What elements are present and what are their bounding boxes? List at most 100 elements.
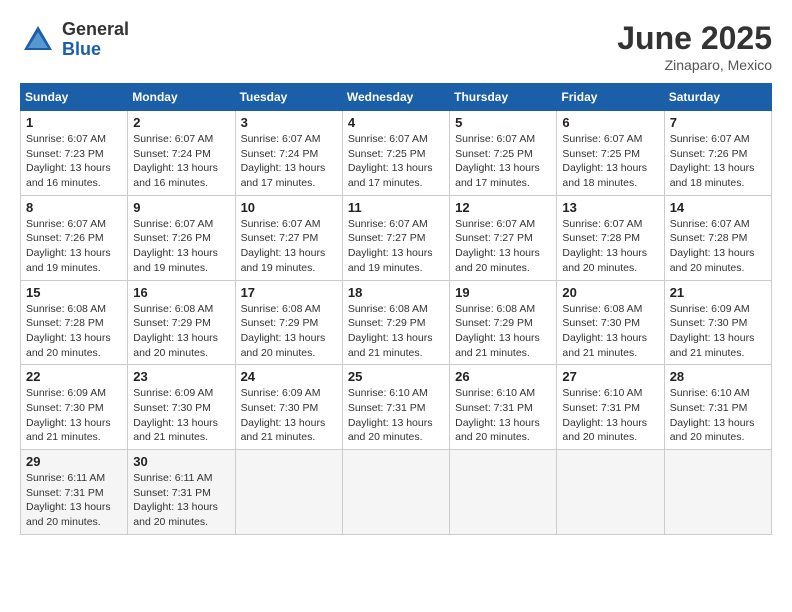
day-info: Sunrise: 6:10 AMSunset: 7:31 PMDaylight:… xyxy=(670,386,766,445)
calendar-cell: 11 Sunrise: 6:07 AMSunset: 7:27 PMDayligh… xyxy=(342,195,449,280)
calendar-cell: 26Sunrise: 6:10 AMSunset: 7:31 PMDayligh… xyxy=(450,365,557,450)
calendar-week-row: 15Sunrise: 6:08 AMSunset: 7:28 PMDayligh… xyxy=(21,280,772,365)
calendar-cell xyxy=(450,450,557,535)
calendar-cell: 8 Sunrise: 6:07 AMSunset: 7:26 PMDaylight… xyxy=(21,195,128,280)
day-info: Sunrise: 6:08 AMSunset: 7:28 PMDaylight:… xyxy=(26,302,122,361)
day-info: Sunrise: 6:09 AMSunset: 7:30 PMDaylight:… xyxy=(241,386,337,445)
calendar-cell xyxy=(235,450,342,535)
day-number: 7 xyxy=(670,115,766,130)
day-info: Sunrise: 6:09 AMSunset: 7:30 PMDaylight:… xyxy=(133,386,229,445)
day-info: Sunrise: 6:09 AMSunset: 7:30 PMDaylight:… xyxy=(670,302,766,361)
day-info: Sunrise: 6:08 AMSunset: 7:29 PMDaylight:… xyxy=(133,302,229,361)
calendar-cell: 2 Sunrise: 6:07 AMSunset: 7:24 PMDaylight… xyxy=(128,111,235,196)
day-number: 26 xyxy=(455,369,551,384)
calendar-week-row: 8 Sunrise: 6:07 AMSunset: 7:26 PMDaylight… xyxy=(21,195,772,280)
calendar-cell: 30 Sunrise: 6:11 AMSunset: 7:31 PMDayligh… xyxy=(128,450,235,535)
day-info: Sunrise: 6:08 AMSunset: 7:29 PMDaylight:… xyxy=(455,302,551,361)
day-number: 4 xyxy=(348,115,444,130)
calendar-cell: 1Sunrise: 6:07 AMSunset: 7:23 PMDaylight… xyxy=(21,111,128,196)
location: Zinaparo, Mexico xyxy=(617,57,772,73)
title-block: June 2025 Zinaparo, Mexico xyxy=(617,20,772,73)
day-number: 27 xyxy=(562,369,658,384)
day-info: Sunrise: 6:07 AMSunset: 7:27 PMDaylight:… xyxy=(348,217,444,276)
calendar-cell: 3Sunrise: 6:07 AMSunset: 7:24 PMDaylight… xyxy=(235,111,342,196)
calendar-cell: 28 Sunrise: 6:10 AMSunset: 7:31 PMDayligh… xyxy=(664,365,771,450)
day-number: 21 xyxy=(670,285,766,300)
day-info: Sunrise: 6:07 AMSunset: 7:24 PMDaylight:… xyxy=(133,132,229,191)
day-number: 16 xyxy=(133,285,229,300)
day-number: 12 xyxy=(455,200,551,215)
calendar-cell xyxy=(557,450,664,535)
calendar-cell: 24 Sunrise: 6:09 AMSunset: 7:30 PMDayligh… xyxy=(235,365,342,450)
logo-icon xyxy=(20,22,56,58)
calendar-cell: 29Sunrise: 6:11 AMSunset: 7:31 PMDayligh… xyxy=(21,450,128,535)
day-info: Sunrise: 6:07 AMSunset: 7:25 PMDaylight:… xyxy=(348,132,444,191)
page-header: General Blue June 2025 Zinaparo, Mexico xyxy=(20,20,772,73)
calendar-table: SundayMondayTuesdayWednesdayThursdayFrid… xyxy=(20,83,772,535)
month-title: June 2025 xyxy=(617,20,772,57)
header-monday: Monday xyxy=(128,84,235,111)
day-info: Sunrise: 6:10 AMSunset: 7:31 PMDaylight:… xyxy=(348,386,444,445)
calendar-cell: 9 Sunrise: 6:07 AMSunset: 7:26 PMDaylight… xyxy=(128,195,235,280)
day-info: Sunrise: 6:07 AMSunset: 7:28 PMDaylight:… xyxy=(562,217,658,276)
calendar-cell: 20 Sunrise: 6:08 AMSunset: 7:30 PMDayligh… xyxy=(557,280,664,365)
day-number: 30 xyxy=(133,454,229,469)
day-number: 19 xyxy=(455,285,551,300)
calendar-cell: 17 Sunrise: 6:08 AMSunset: 7:29 PMDayligh… xyxy=(235,280,342,365)
calendar-week-row: 1Sunrise: 6:07 AMSunset: 7:23 PMDaylight… xyxy=(21,111,772,196)
day-number: 17 xyxy=(241,285,337,300)
day-number: 24 xyxy=(241,369,337,384)
day-info: Sunrise: 6:08 AMSunset: 7:29 PMDaylight:… xyxy=(348,302,444,361)
day-info: Sunrise: 6:07 AMSunset: 7:25 PMDaylight:… xyxy=(455,132,551,191)
day-number: 11 xyxy=(348,200,444,215)
calendar-cell: 14Sunrise: 6:07 AMSunset: 7:28 PMDayligh… xyxy=(664,195,771,280)
day-info: Sunrise: 6:08 AMSunset: 7:30 PMDaylight:… xyxy=(562,302,658,361)
calendar-cell: 12 Sunrise: 6:07 AMSunset: 7:27 PMDayligh… xyxy=(450,195,557,280)
day-number: 25 xyxy=(348,369,444,384)
logo-general: General xyxy=(62,20,129,40)
day-info: Sunrise: 6:07 AMSunset: 7:27 PMDaylight:… xyxy=(241,217,337,276)
day-info: Sunrise: 6:11 AMSunset: 7:31 PMDaylight:… xyxy=(26,471,122,530)
day-number: 10 xyxy=(241,200,337,215)
calendar-cell: 21 Sunrise: 6:09 AMSunset: 7:30 PMDayligh… xyxy=(664,280,771,365)
calendar-cell: 19 Sunrise: 6:08 AMSunset: 7:29 PMDayligh… xyxy=(450,280,557,365)
calendar-cell: 10 Sunrise: 6:07 AMSunset: 7:27 PMDayligh… xyxy=(235,195,342,280)
calendar-cell xyxy=(342,450,449,535)
day-number: 8 xyxy=(26,200,122,215)
logo-blue: Blue xyxy=(62,40,129,60)
day-info: Sunrise: 6:10 AMSunset: 7:31 PMDaylight:… xyxy=(562,386,658,445)
day-info: Sunrise: 6:09 AMSunset: 7:30 PMDaylight:… xyxy=(26,386,122,445)
header-friday: Friday xyxy=(557,84,664,111)
day-number: 1 xyxy=(26,115,122,130)
day-number: 9 xyxy=(133,200,229,215)
day-info: Sunrise: 6:07 AMSunset: 7:26 PMDaylight:… xyxy=(670,132,766,191)
header-tuesday: Tuesday xyxy=(235,84,342,111)
day-info: Sunrise: 6:07 AMSunset: 7:27 PMDaylight:… xyxy=(455,217,551,276)
calendar-cell: 4 Sunrise: 6:07 AMSunset: 7:25 PMDaylight… xyxy=(342,111,449,196)
day-number: 28 xyxy=(670,369,766,384)
calendar-cell: 23Sunrise: 6:09 AMSunset: 7:30 PMDayligh… xyxy=(128,365,235,450)
calendar-week-row: 29Sunrise: 6:11 AMSunset: 7:31 PMDayligh… xyxy=(21,450,772,535)
day-number: 20 xyxy=(562,285,658,300)
day-info: Sunrise: 6:07 AMSunset: 7:26 PMDaylight:… xyxy=(133,217,229,276)
calendar-cell: 5 Sunrise: 6:07 AMSunset: 7:25 PMDaylight… xyxy=(450,111,557,196)
calendar-cell: 16 Sunrise: 6:08 AMSunset: 7:29 PMDayligh… xyxy=(128,280,235,365)
day-number: 2 xyxy=(133,115,229,130)
day-number: 3 xyxy=(241,115,337,130)
calendar-cell: 22 Sunrise: 6:09 AMSunset: 7:30 PMDayligh… xyxy=(21,365,128,450)
day-info: Sunrise: 6:08 AMSunset: 7:29 PMDaylight:… xyxy=(241,302,337,361)
day-number: 14 xyxy=(670,200,766,215)
calendar-cell: 25 Sunrise: 6:10 AMSunset: 7:31 PMDayligh… xyxy=(342,365,449,450)
calendar-cell: 15Sunrise: 6:08 AMSunset: 7:28 PMDayligh… xyxy=(21,280,128,365)
day-info: Sunrise: 6:07 AMSunset: 7:25 PMDaylight:… xyxy=(562,132,658,191)
calendar-cell: 13Sunrise: 6:07 AMSunset: 7:28 PMDayligh… xyxy=(557,195,664,280)
calendar-cell: 27 Sunrise: 6:10 AMSunset: 7:31 PMDayligh… xyxy=(557,365,664,450)
day-number: 5 xyxy=(455,115,551,130)
day-info: Sunrise: 6:07 AMSunset: 7:26 PMDaylight:… xyxy=(26,217,122,276)
day-number: 18 xyxy=(348,285,444,300)
calendar-cell: 7 Sunrise: 6:07 AMSunset: 7:26 PMDaylight… xyxy=(664,111,771,196)
calendar-cell: 18 Sunrise: 6:08 AMSunset: 7:29 PMDayligh… xyxy=(342,280,449,365)
day-number: 22 xyxy=(26,369,122,384)
logo-text: General Blue xyxy=(62,20,129,60)
day-info: Sunrise: 6:11 AMSunset: 7:31 PMDaylight:… xyxy=(133,471,229,530)
